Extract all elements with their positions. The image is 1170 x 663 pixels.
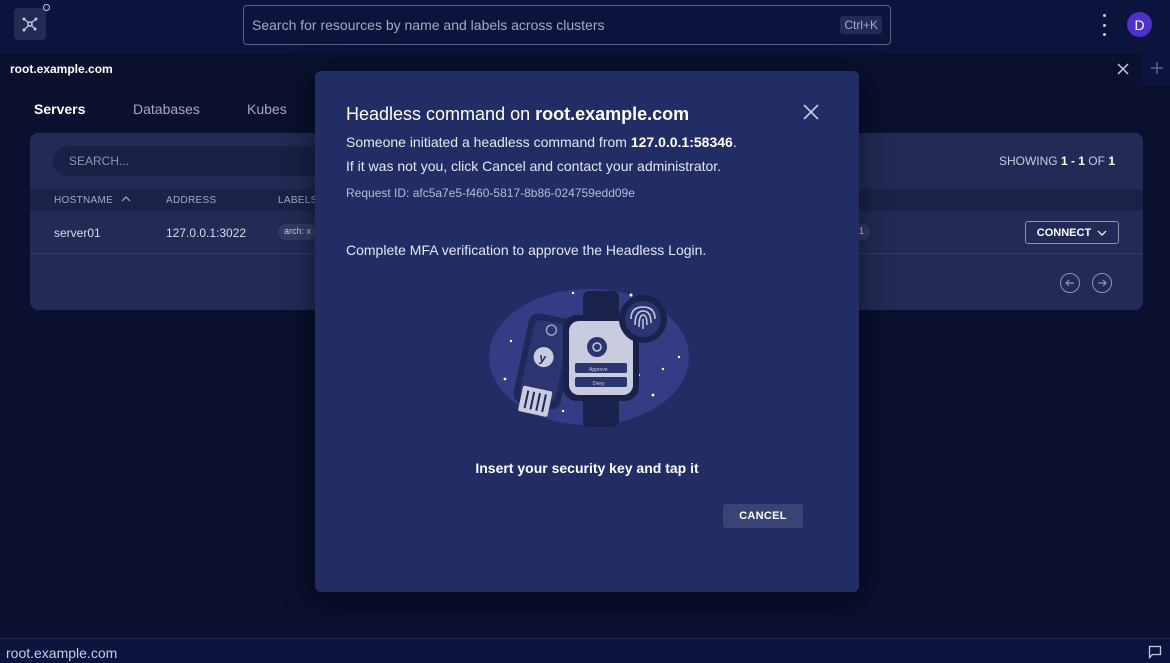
chevron-down-icon — [1097, 230, 1107, 236]
initiator-description: Someone initiated a headless command fro… — [346, 134, 737, 150]
status-cluster-name: root.example.com — [6, 645, 118, 661]
headless-auth-dialog: Headless command on root.example.com Som… — [315, 71, 859, 592]
column-labels: LABELS — [278, 195, 318, 206]
connection-status-indicator — [43, 4, 50, 11]
tab-kubes[interactable]: Kubes — [247, 101, 287, 117]
mfa-instructions: Complete MFA verification to approve the… — [346, 242, 707, 258]
cancel-button[interactable]: CANCEL — [723, 504, 803, 528]
cluster-icon — [22, 17, 38, 32]
global-search-input[interactable]: Search for resources by name and labels … — [243, 5, 891, 45]
row-address: 127.0.0.1:3022 — [166, 226, 247, 240]
tab-databases[interactable]: Databases — [133, 101, 200, 117]
sort-ascending-icon — [121, 196, 131, 202]
cluster-menu-button[interactable] — [14, 8, 46, 40]
warning-text: If it was not you, click Cancel and cont… — [346, 158, 722, 174]
close-icon[interactable] — [801, 102, 821, 122]
resource-search-placeholder: SEARCH... — [69, 154, 130, 168]
arrow-right-icon — [1098, 279, 1107, 287]
close-tab-icon[interactable] — [1115, 61, 1131, 77]
global-search-placeholder: Search for resources by name and labels … — [252, 17, 605, 33]
arrow-left-icon — [1065, 279, 1074, 287]
resource-search-input[interactable]: SEARCH... — [53, 146, 353, 176]
pagination-summary: SHOWING 1 - 1 OF 1 — [998, 154, 1115, 168]
new-tab-icon[interactable] — [1148, 59, 1166, 77]
top-bar: Search for resources by name and labels … — [0, 0, 1170, 52]
next-page-button[interactable] — [1092, 273, 1112, 293]
more-options-icon[interactable] — [1098, 14, 1110, 36]
illustration-approve-text: Approve — [589, 367, 608, 373]
user-avatar[interactable]: D — [1127, 12, 1152, 37]
chat-icon[interactable] — [1148, 645, 1162, 659]
security-key-prompt: Insert your security key and tap it — [475, 460, 699, 476]
connect-button[interactable]: CONNECT — [1025, 221, 1119, 244]
label-chip[interactable]: arch: x — [278, 224, 318, 240]
column-address: ADDRESS — [166, 195, 217, 206]
status-bar: root.example.com — [0, 638, 1170, 663]
row-hostname: server01 — [54, 226, 101, 240]
column-hostname[interactable]: HOSTNAME — [54, 195, 131, 206]
illustration-deny-text: Deny — [593, 381, 605, 387]
previous-page-button[interactable] — [1060, 273, 1080, 293]
document-tab-title: root.example.com — [10, 62, 113, 76]
security-key-illustration: y Approve Deny — [489, 289, 689, 427]
tab-servers[interactable]: Servers — [34, 101, 85, 117]
request-id: Request ID: afc5a7e5-f460-5817-8b86-0247… — [346, 186, 635, 200]
search-shortcut-hint: Ctrl+K — [840, 16, 882, 34]
dialog-title: Headless command on root.example.com — [346, 104, 690, 124]
connect-button-label: CONNECT — [1036, 226, 1092, 239]
